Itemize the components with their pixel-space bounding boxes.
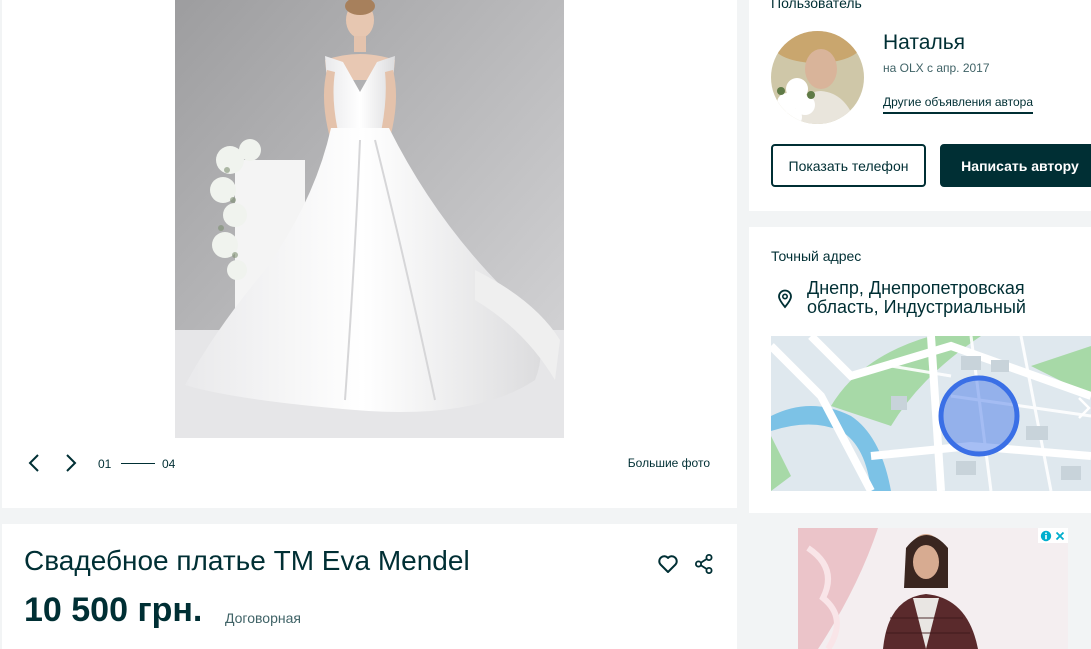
share-icon — [695, 554, 713, 574]
avatar[interactable] — [771, 31, 864, 124]
listing-title: Свадебное платье ТМ Eva Mendel — [24, 545, 470, 576]
gallery-card: 01 04 Большие фото — [2, 0, 737, 508]
listing-price: 10 500 грн. — [24, 591, 203, 629]
photo-current-index: 01 — [98, 457, 112, 471]
address-card: Точный адрес Днепр, Днепропетровская обл… — [749, 227, 1091, 513]
listing-photo[interactable] — [175, 0, 564, 438]
map-image — [771, 336, 1091, 491]
listing-title-card: Свадебное платье ТМ Eva Mendel 10 500 гр… — [2, 524, 737, 649]
chevron-right-icon — [66, 454, 77, 472]
photo-total-count: 04 — [162, 457, 176, 471]
next-photo-button[interactable] — [59, 452, 81, 474]
other-ads-link[interactable]: Другие объявления автора — [883, 95, 1034, 114]
heart-icon — [658, 555, 678, 573]
prev-photo-button[interactable] — [24, 452, 46, 474]
location-map[interactable] — [771, 336, 1091, 491]
pager-divider — [121, 463, 155, 464]
advertisement-image — [798, 528, 1068, 649]
advertisement-card — [749, 514, 1091, 649]
dress-photo-image — [175, 0, 564, 438]
seller-card: Пользователь Наталья на OLX с апр. 2017 … — [749, 0, 1091, 211]
info-icon — [1040, 530, 1052, 541]
negotiable-label: Договорная — [225, 610, 301, 626]
show-phone-button[interactable]: Показать телефон — [771, 144, 926, 187]
favorite-button[interactable] — [656, 552, 680, 576]
seller-avatar-image — [771, 31, 864, 124]
ad-choices-badge[interactable] — [1038, 528, 1068, 543]
seller-section-label: Пользователь — [771, 0, 862, 11]
chevron-left-icon — [28, 454, 39, 472]
location-pin-icon — [778, 289, 792, 309]
close-icon[interactable] — [1054, 530, 1066, 542]
seller-name: Наталья — [883, 31, 966, 54]
share-button[interactable] — [692, 552, 716, 576]
address-text: Днепр, Днепропетровская область, Индустр… — [807, 278, 1026, 317]
advertisement-banner[interactable] — [798, 528, 1068, 649]
address-section-label: Точный адрес — [771, 248, 862, 264]
seller-since: на OLX с апр. 2017 — [883, 61, 990, 75]
write-author-button[interactable]: Написать автору — [940, 144, 1091, 187]
big-photos-link[interactable]: Большие фото — [628, 456, 710, 470]
